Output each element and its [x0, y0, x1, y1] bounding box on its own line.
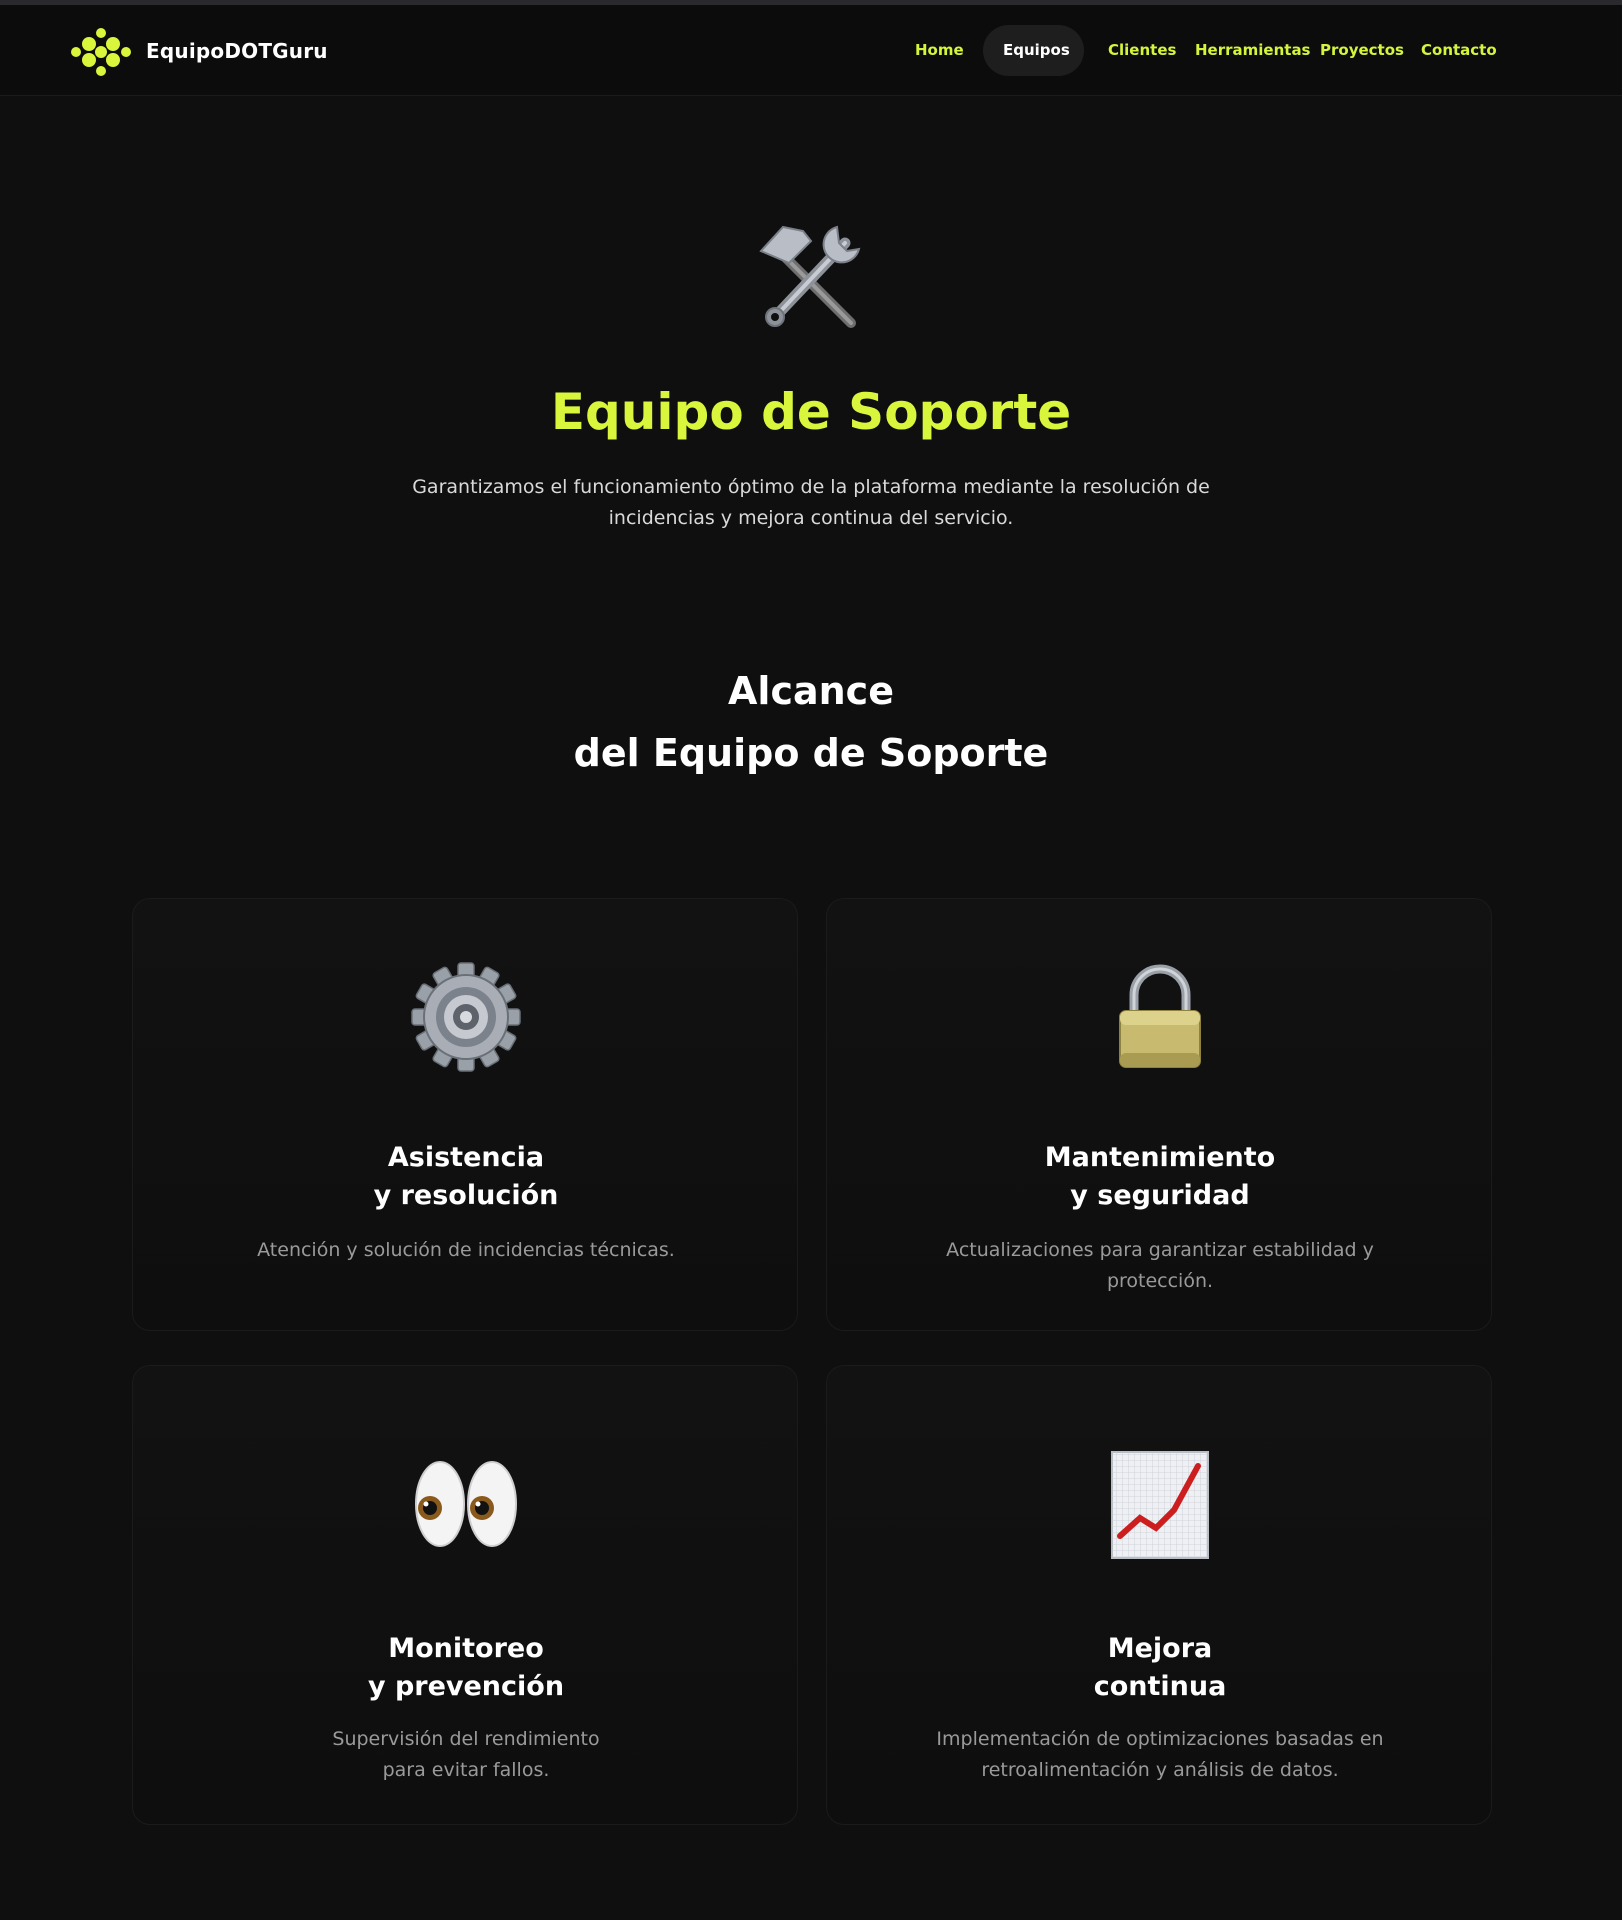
hero-description: Garantizamos el funcionamiento óptimo de… — [391, 472, 1231, 534]
chart-increasing-icon — [827, 1448, 1493, 1568]
scope-title-line-2: del Equipo de Soporte — [573, 731, 1049, 775]
card-description: Atención y solución de incidencias técni… — [257, 1239, 675, 1261]
gear-icon — [133, 961, 799, 1081]
nav-link-proyectos[interactable]: Proyectos — [1320, 41, 1404, 59]
nav-link-clientes[interactable]: Clientes — [1108, 41, 1176, 59]
hero-description-line-1: Garantizamos el funcionamiento óptimo de… — [412, 476, 1210, 498]
card-description: Supervisión del rendimiento para evitar … — [332, 1728, 600, 1781]
scope-card-mejora: Mejora continua Implementación de optimi… — [826, 1365, 1492, 1825]
card-title: Mantenimiento y seguridad — [1044, 1142, 1276, 1211]
brand-name[interactable]: EquipoDOTGuru — [146, 39, 328, 63]
card-title: Mejora continua — [1093, 1633, 1227, 1702]
scope-card-monitoreo: Monitoreo y prevención Supervisión del r… — [132, 1365, 798, 1825]
lock-icon — [827, 961, 1493, 1081]
page-title: Equipo de Soporte — [550, 383, 1072, 441]
card-description: Implementación de optimizaciones basadas… — [936, 1728, 1384, 1781]
scope-title-line-1: Alcance — [728, 669, 894, 713]
nav-link-home[interactable]: Home — [915, 41, 964, 59]
hero-description-line-2: incidencias y mejora continua del servic… — [608, 507, 1014, 529]
top-navbar: EquipoDOTGuru Home Equipos Clientes Herr… — [0, 5, 1622, 96]
card-title: Asistencia y resolución — [373, 1142, 559, 1211]
nav-link-equipos[interactable]: Equipos — [1003, 41, 1070, 59]
scope-section-title: Alcance del Equipo de Soporte — [0, 660, 1622, 784]
brand-logo-icon[interactable] — [70, 27, 132, 77]
hammer-and-wrench-icon — [753, 217, 869, 333]
card-description: Actualizaciones para garantizar estabili… — [946, 1239, 1374, 1292]
nav-link-contacto[interactable]: Contacto — [1421, 41, 1497, 59]
card-title: Monitoreo y prevención — [367, 1633, 565, 1702]
nav-link-herramientas[interactable]: Herramientas — [1195, 41, 1311, 59]
scope-card-asistencia: Asistencia y resolución Atención y soluc… — [132, 898, 798, 1331]
eyes-icon — [133, 1454, 799, 1574]
scope-card-mantenimiento: Mantenimiento y seguridad Actualizacione… — [826, 898, 1492, 1331]
